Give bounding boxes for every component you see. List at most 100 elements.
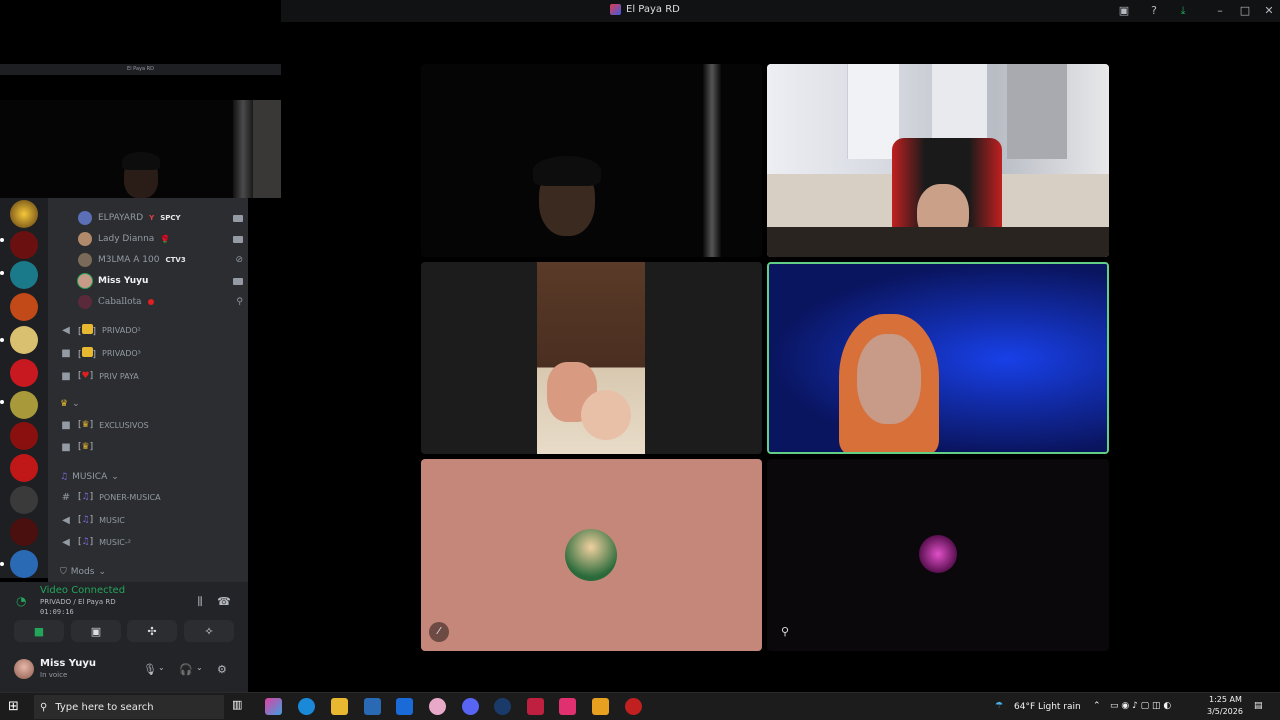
maximize-icon[interactable]: □	[1237, 3, 1253, 19]
file-explorer-icon[interactable]	[331, 698, 348, 715]
user-avatar[interactable]	[14, 659, 34, 679]
store-icon[interactable]	[364, 698, 381, 715]
server-icon-flame[interactable]	[10, 293, 38, 321]
voice-elapsed-time: 01:09:16	[40, 608, 74, 616]
chevron-up-icon[interactable]: ⌃	[1093, 701, 1101, 711]
signal-icon[interactable]: ◔	[16, 594, 26, 608]
gear-icon[interactable]: ⚙	[217, 663, 227, 676]
video-tile-1[interactable]	[421, 64, 762, 257]
activities-button[interactable]: ✣	[127, 620, 177, 642]
server-icon-rol[interactable]	[10, 454, 38, 482]
rockstar-icon[interactable]	[592, 698, 609, 715]
copilot-icon[interactable]	[265, 698, 282, 715]
channel-name: PRIV PAYA	[99, 371, 139, 381]
video-tile-5-avatar[interactable]: ⁄	[421, 459, 762, 651]
lock-icon: ■	[61, 370, 71, 382]
category-musica[interactable]: ♫ MUSICA ⌄	[60, 472, 119, 482]
clock-date[interactable]: 3/5/2026	[1207, 707, 1243, 716]
channel-priv-paya[interactable]: ■ [♥] PRIV PAYA	[60, 367, 240, 385]
chevron-down-icon[interactable]: ⌄	[158, 663, 165, 672]
server-icon-gray[interactable]	[10, 486, 38, 514]
channel-name: MUSIC	[99, 515, 125, 525]
participant-avatar	[919, 535, 957, 573]
avatar	[78, 253, 92, 267]
video-tile-3[interactable]	[421, 262, 762, 454]
channel-name: PRIVADO³	[102, 348, 141, 358]
server-icon-red[interactable]	[10, 231, 38, 259]
voice-user-caballota[interactable]: Caballota ⚲	[78, 293, 243, 311]
video-tile-6-avatar[interactable]: ⚲	[767, 459, 1109, 651]
channel-privado2[interactable]: ◀ [] PRIVADO²	[60, 321, 240, 339]
category-mods[interactable]: ⛉ Mods ⌄	[60, 567, 106, 577]
speaker-icon: ◀	[62, 324, 70, 336]
windows-taskbar: ⊞ ⚲ Type here to search ▥ ☂ 64°F Light r…	[0, 692, 1280, 720]
discord-icon[interactable]	[462, 698, 479, 715]
channel-exclusivos[interactable]: ■ [♛] EXCLUSIVOS	[60, 416, 240, 434]
inbox-icon[interactable]: ▣	[1116, 3, 1132, 19]
app-icon-pink[interactable]	[429, 698, 446, 715]
music-icon: ♫	[81, 492, 90, 502]
voice-user-m3lma[interactable]: M3LMA A 100 CTV3 ⊘	[78, 251, 243, 269]
disconnect-icon[interactable]: ☎	[216, 594, 232, 610]
outlook-icon[interactable]	[396, 698, 413, 715]
steam-icon[interactable]	[494, 698, 511, 715]
server-icon-dark[interactable]	[10, 518, 38, 546]
task-view-icon[interactable]: ▥	[232, 698, 249, 715]
channel-music[interactable]: ◀ [♫] MUSIC	[60, 511, 240, 529]
stream-icon: ⚲	[781, 625, 790, 638]
camera-button[interactable]: ■	[14, 620, 64, 642]
tray-icons[interactable]: ▭ ◉ ♪ ▢ ◫ ◐	[1110, 701, 1171, 711]
server-icon-ultimo[interactable]	[10, 391, 38, 419]
server-icon	[610, 4, 621, 15]
voice-user-lady-dianna[interactable]: Lady Dianna 🌹	[78, 230, 243, 248]
popout-title: El Paya RD	[127, 66, 154, 72]
video-tile-4-speaking[interactable]	[767, 262, 1109, 454]
voice-user-miss-yuyu[interactable]: Miss Yuyu	[78, 272, 243, 290]
server-icon-only[interactable]	[10, 326, 38, 354]
popout-door	[253, 100, 281, 198]
server-icon-star[interactable]	[10, 200, 38, 228]
channel-poner-musica[interactable]: # [♫] PONER-MUSICA	[60, 488, 240, 506]
app-icon-a[interactable]	[527, 698, 544, 715]
soundboard-button[interactable]: ✧	[184, 620, 234, 642]
chevron-down-icon[interactable]: ⌄	[196, 663, 203, 672]
voice-user-name: Lady Dianna	[98, 234, 155, 244]
category-crown[interactable]: ♛ ⌄	[60, 399, 80, 409]
unread-indicator	[0, 238, 4, 242]
edge-icon[interactable]	[298, 698, 315, 715]
voice-connection-panel: ◔ Video Connected PRIVADO / El Paya RD 0…	[0, 582, 248, 650]
heart-icon: ♥	[81, 371, 90, 381]
windows-start-icon[interactable]: ⊞	[8, 698, 25, 715]
minimize-icon[interactable]: –	[1212, 3, 1228, 19]
headphones-icon[interactable]: 🎧	[179, 663, 193, 676]
user-name[interactable]: Miss Yuyu	[40, 658, 96, 669]
voice-user-elpayard[interactable]: ELPAYARD Y SPCY	[78, 209, 243, 227]
stream-icon: ⚲	[236, 297, 243, 307]
search-icon: ⚲	[40, 701, 48, 713]
participant-avatar	[565, 529, 617, 581]
server-icon-teal[interactable]	[10, 261, 38, 289]
taskbar-search[interactable]: ⚲ Type here to search	[34, 695, 224, 719]
tiktok-icon[interactable]	[559, 698, 576, 715]
music-icon: ♫	[60, 472, 69, 482]
lock-emoji-icon	[81, 323, 93, 334]
popout-video[interactable]	[0, 100, 281, 198]
channel-privado3[interactable]: ■ [] PRIVADO³	[60, 344, 240, 362]
channel-crown[interactable]: ■ [♛]	[60, 438, 240, 456]
microphone-icon[interactable]: 🎙	[143, 663, 157, 676]
download-icon[interactable]: ⤓	[1175, 3, 1191, 19]
weather-text[interactable]: 64°F Light rain	[1014, 702, 1081, 712]
screen-share-button[interactable]: ▣	[71, 620, 121, 642]
noise-suppression-icon[interactable]: ⫼	[192, 594, 208, 610]
obs-icon[interactable]	[625, 698, 642, 715]
server-icon-onlyfans[interactable]	[10, 359, 38, 387]
notifications-icon[interactable]: ▤	[1254, 701, 1263, 711]
server-icon-eterna[interactable]	[10, 422, 38, 450]
close-icon[interactable]: ✕	[1261, 3, 1277, 19]
voice-channel-name[interactable]: PRIVADO / El Paya RD	[40, 598, 116, 606]
server-icon-blue[interactable]	[10, 550, 38, 578]
video-tile-2[interactable]	[767, 64, 1109, 257]
clock-time[interactable]: 1:25 AM	[1209, 695, 1242, 704]
channel-music2[interactable]: ◀ [♫] MUSIC-²	[60, 533, 240, 551]
help-icon[interactable]: ?	[1146, 3, 1162, 19]
